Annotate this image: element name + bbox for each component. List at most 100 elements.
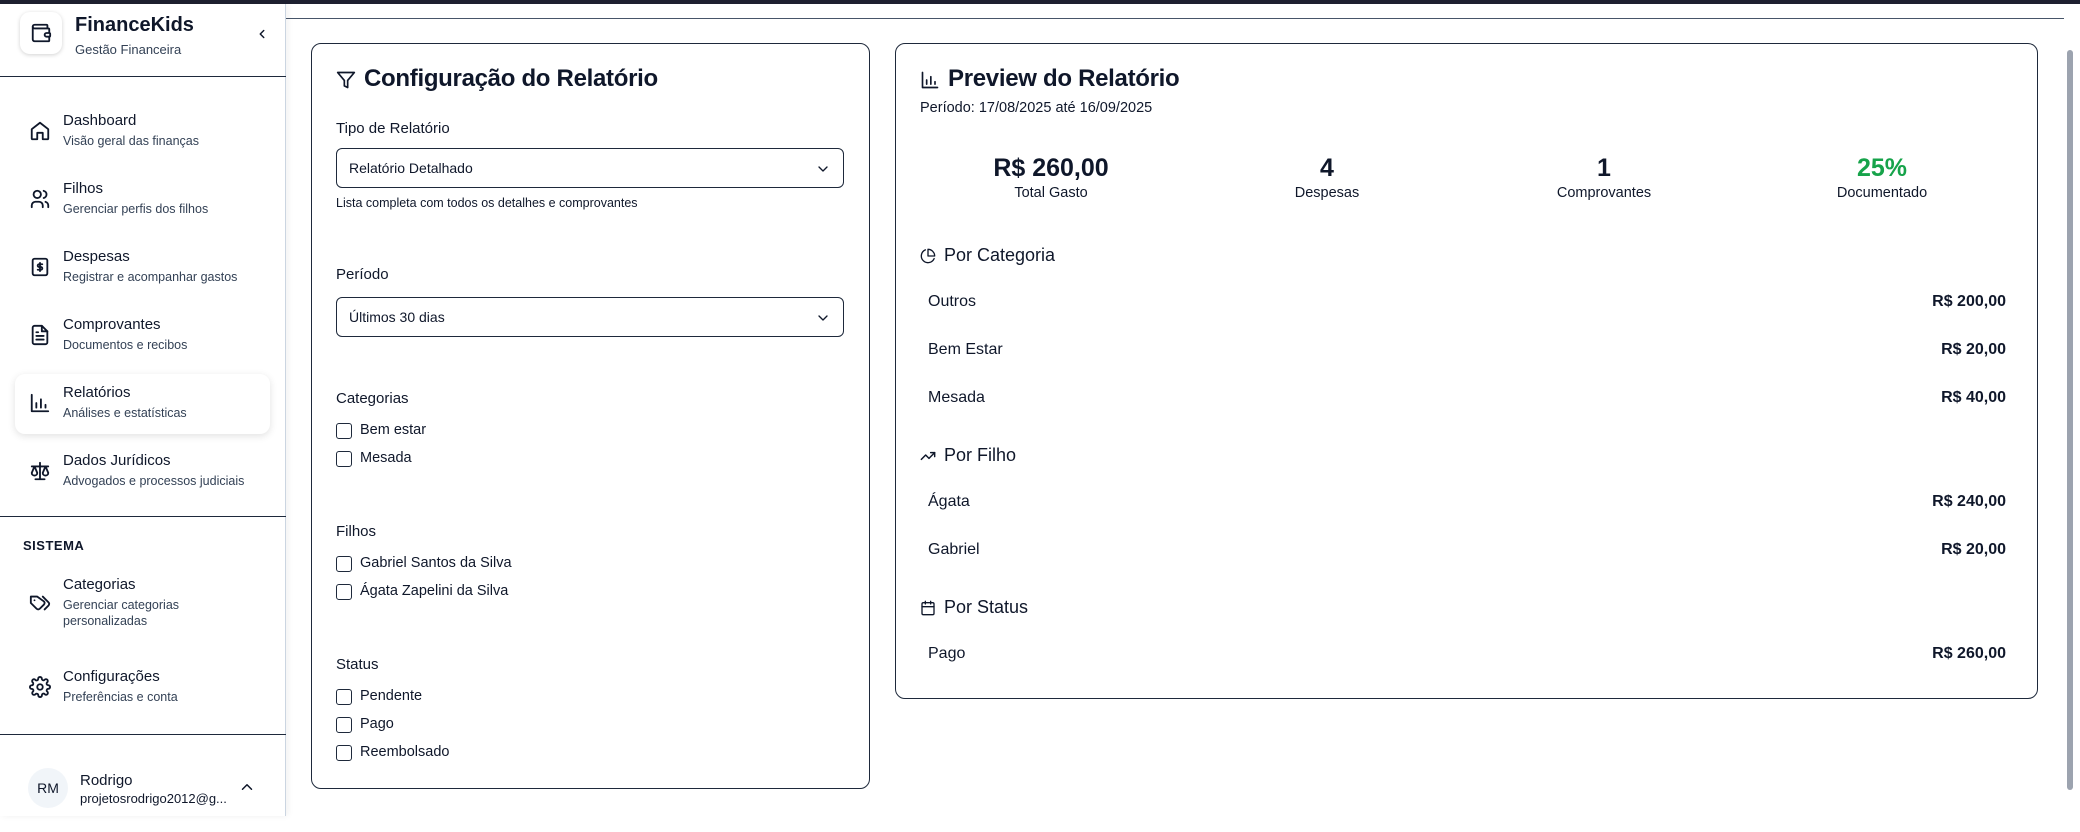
sidebar-item-label: Filhos xyxy=(63,180,104,197)
chevron-up-icon xyxy=(241,784,253,790)
categories-label: Categorias xyxy=(336,390,409,407)
stat-value: R$ 260,00 xyxy=(993,154,1109,182)
section-label-sistema: SISTEMA xyxy=(23,538,85,553)
sidebar-item-label: Dashboard xyxy=(63,112,137,129)
sidebar-item-label: Despesas xyxy=(63,248,130,265)
status-label: Status xyxy=(336,656,379,673)
scrollbar[interactable] xyxy=(2064,40,2076,810)
sidebar-item-relatorios[interactable]: Relatórios Análises e estatísticas xyxy=(15,374,270,434)
period-select[interactable]: Últimos 30 dias xyxy=(336,297,844,337)
chevron-left-icon xyxy=(259,29,265,39)
user-menu[interactable]: RM Rodrigo projetosrodrigo2012@g... xyxy=(28,764,268,814)
report-config-card: Configuração do Relatório Tipo de Relató… xyxy=(311,43,870,789)
scrollbar-thumb[interactable] xyxy=(2067,50,2073,790)
sidebar-item-label: Comprovantes xyxy=(63,316,161,333)
user-name: Rodrigo xyxy=(80,772,133,789)
row-label: Pago xyxy=(928,645,966,662)
report-type-hint: Lista completa com todos os detalhes e c… xyxy=(336,196,638,210)
sidebar-item-label: Relatórios xyxy=(63,384,131,401)
gear-icon xyxy=(29,676,51,698)
checkbox-label: Pago xyxy=(360,716,394,732)
row-value: R$ 240,00 xyxy=(1932,493,2006,510)
row-label: Gabriel xyxy=(928,541,980,558)
children-label: Filhos xyxy=(336,523,377,540)
sidebar-item-categorias[interactable]: Categorias Gerenciar categorias personal… xyxy=(15,566,270,640)
file-text-icon xyxy=(31,324,49,346)
receipt-dollar-icon xyxy=(31,257,49,277)
preview-period: Período: 17/08/2025 até 16/09/2025 xyxy=(920,100,1153,116)
sidebar-item-description: Advogados e processos judiciais xyxy=(63,474,245,488)
row-label: Bem Estar xyxy=(928,341,1003,358)
row-value: R$ 200,00 xyxy=(1932,293,2006,310)
wallet-icon xyxy=(20,12,62,54)
sidebar-item-label: Categorias xyxy=(63,576,136,593)
sidebar-item-description: Análises e estatísticas xyxy=(63,406,187,420)
category-row: Mesada R$ 40,00 xyxy=(928,387,2006,411)
tags-icon xyxy=(29,595,51,611)
section-title: Por Filho xyxy=(944,445,1017,465)
home-icon xyxy=(30,121,50,141)
stat-value: 4 xyxy=(1320,154,1334,182)
category-row: Bem Estar R$ 20,00 xyxy=(928,339,2006,363)
sidebar-divider xyxy=(0,516,286,517)
stat-despesas: 4 Despesas xyxy=(1227,154,1427,201)
user-email: projetosrodrigo2012@g... xyxy=(80,791,227,806)
checkbox-label: Mesada xyxy=(360,450,412,466)
sidebar-item-filhos[interactable]: Filhos Gerenciar perfis dos filhos xyxy=(15,170,270,230)
sidebar-item-despesas[interactable]: Despesas Registrar e acompanhar gastos xyxy=(15,238,270,298)
checkbox[interactable] xyxy=(336,584,352,600)
sidebar-item-description: Visão geral das finanças xyxy=(63,134,199,148)
brand-title: FinanceKids xyxy=(75,14,194,36)
checkbox-label: Reembolsado xyxy=(360,744,450,760)
stat-label: Total Gasto xyxy=(1014,185,1088,201)
category-row: Outros R$ 200,00 xyxy=(928,291,2006,315)
row-value: R$ 260,00 xyxy=(1932,645,2006,662)
sidebar-item-dados-juridicos[interactable]: Dados Jurídicos Advogados e processos ju… xyxy=(15,442,270,502)
stat-total-gasto: R$ 260,00 Total Gasto xyxy=(951,154,1151,201)
sidebar-item-description: Gerenciar perfis dos filhos xyxy=(63,202,209,216)
row-value: R$ 40,00 xyxy=(1941,389,2006,406)
checkbox-label: Ágata Zapelini da Silva xyxy=(360,583,509,599)
checkbox[interactable] xyxy=(336,689,352,705)
preview-title: Preview do Relatório xyxy=(948,65,1180,92)
checkbox[interactable] xyxy=(336,745,352,761)
checkbox[interactable] xyxy=(336,451,352,467)
row-label: Mesada xyxy=(928,389,985,406)
sidebar: FinanceKids Gestão Financeira Dashboard … xyxy=(0,4,286,816)
checkbox[interactable] xyxy=(336,423,352,439)
avatar: RM xyxy=(28,768,68,808)
checkbox-label: Gabriel Santos da Silva xyxy=(360,555,512,571)
sidebar-item-configuracoes[interactable]: Configurações Preferências e conta xyxy=(15,658,270,718)
stat-label: Comprovantes xyxy=(1556,185,1652,201)
sidebar-item-description: Preferências e conta xyxy=(63,690,178,704)
sidebar-item-comprovantes[interactable]: Comprovantes Documentos e recibos xyxy=(15,306,270,366)
sidebar-item-description: Documentos e recibos xyxy=(63,338,188,352)
report-type-value: Relatório Detalhado xyxy=(349,160,473,176)
checkbox[interactable] xyxy=(336,717,352,733)
sidebar-item-dashboard[interactable]: Dashboard Visão geral das finanças xyxy=(15,102,270,162)
child-row: Ágata R$ 240,00 xyxy=(928,491,2006,515)
scale-icon xyxy=(30,461,50,481)
checkbox[interactable] xyxy=(336,556,352,572)
sidebar-item-description: Registrar e acompanhar gastos xyxy=(63,270,238,284)
section-title: Por Categoria xyxy=(944,245,1056,265)
row-label: Ágata xyxy=(928,493,970,510)
bar-chart-icon xyxy=(30,393,50,413)
chevron-down-icon xyxy=(818,315,828,321)
status-row: Pago R$ 260,00 xyxy=(928,643,2006,667)
top-bar xyxy=(0,0,2080,4)
collapse-sidebar-button[interactable] xyxy=(252,24,272,44)
period-label: Período xyxy=(336,266,389,283)
sidebar-divider xyxy=(0,734,286,735)
brand: FinanceKids Gestão Financeira xyxy=(20,12,266,58)
stat-label: Despesas xyxy=(1294,185,1360,201)
row-value: R$ 20,00 xyxy=(1941,541,2006,558)
header-divider xyxy=(286,18,2064,19)
report-type-select[interactable]: Relatório Detalhado xyxy=(336,148,844,188)
report-type-label: Tipo de Relatório xyxy=(336,120,450,137)
stat-comprovantes: 1 Comprovantes xyxy=(1504,154,1704,201)
trending-up-icon xyxy=(920,451,936,461)
row-value: R$ 20,00 xyxy=(1941,341,2006,358)
stat-value: 1 xyxy=(1597,154,1611,182)
stat-value: 25% xyxy=(1856,154,1908,182)
